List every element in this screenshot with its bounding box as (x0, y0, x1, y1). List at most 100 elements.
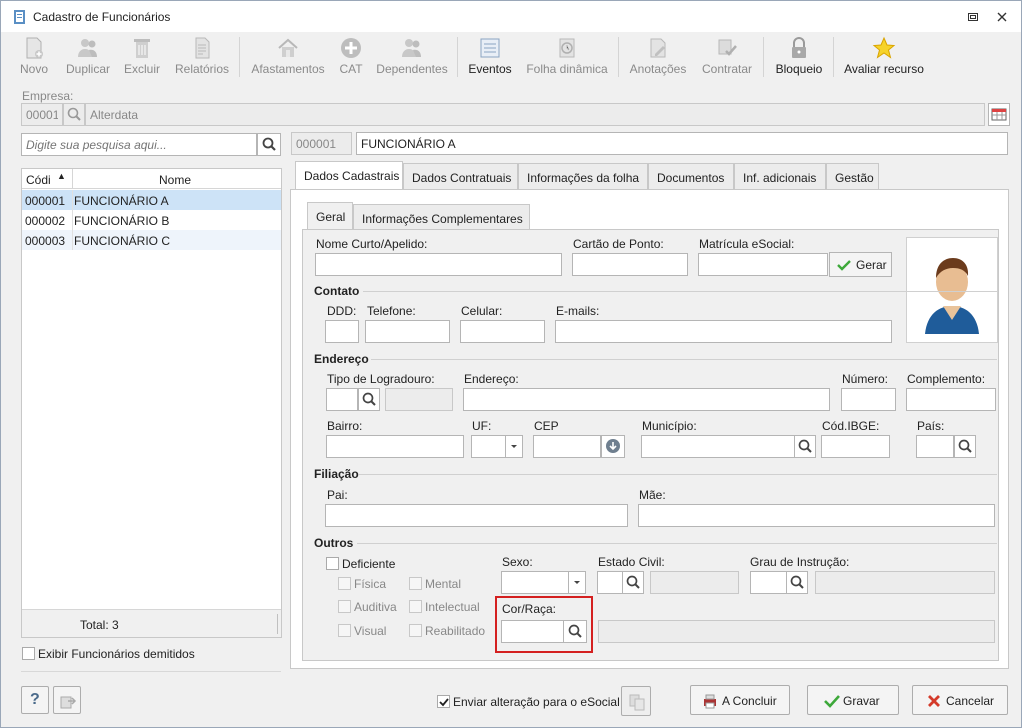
section-endereco: Endereço (314, 352, 369, 366)
tab-dados-cadastrais[interactable]: Dados Cadastrais (295, 161, 403, 189)
uf-dropdown-button[interactable] (505, 435, 523, 458)
eventos-button[interactable]: Eventos (465, 32, 515, 96)
grau-instrucao-search-button[interactable] (786, 571, 808, 594)
folha-dinamica-button[interactable]: Folha dinâmica (521, 32, 613, 96)
search-icon (798, 439, 812, 453)
enviar-esocial-checkbox[interactable] (437, 695, 450, 708)
endereco-field[interactable] (463, 388, 830, 411)
intelectual-checkbox[interactable] (409, 600, 422, 613)
export-icon (60, 696, 77, 709)
deficiente-checkbox[interactable] (326, 557, 339, 570)
tipo-logradouro-field[interactable] (326, 388, 358, 411)
mae-field[interactable] (638, 504, 995, 527)
estado-civil-field[interactable] (597, 571, 623, 594)
anotacoes-button[interactable]: Anotações (625, 32, 691, 96)
table-row[interactable]: 000003 FUNCIONÁRIO C (22, 230, 281, 250)
table-row[interactable]: 000002 FUNCIONÁRIO B (22, 210, 281, 230)
empresa-search-button[interactable] (63, 103, 85, 126)
col-name-header[interactable]: Nome (159, 173, 191, 187)
auditiva-checkbox[interactable] (338, 600, 351, 613)
celular-field[interactable] (460, 320, 545, 343)
employee-code-field[interactable] (291, 132, 352, 155)
contratar-button[interactable]: Contratar (697, 32, 757, 96)
restore-icon[interactable] (967, 11, 979, 23)
show-dismissed-checkbox[interactable] (22, 647, 35, 660)
cep-field[interactable] (533, 435, 601, 458)
empresa-label: Empresa: (22, 89, 74, 103)
tab-gestao[interactable]: Gestão (826, 163, 879, 189)
search-button[interactable] (257, 133, 281, 156)
export-button[interactable] (53, 686, 81, 714)
municipio-field[interactable] (641, 435, 795, 458)
novo-button[interactable]: Novo (13, 32, 55, 96)
cor-raca-field[interactable] (501, 620, 564, 643)
grau-instrucao-field[interactable] (750, 571, 787, 594)
check-icon (837, 260, 851, 271)
cancelar-button[interactable]: Cancelar (912, 685, 1008, 715)
numero-field[interactable] (841, 388, 896, 411)
cor-raca-search-button[interactable] (563, 620, 587, 643)
fisica-checkbox[interactable] (338, 577, 351, 590)
avatar[interactable] (906, 237, 998, 343)
close-icon[interactable] (996, 11, 1008, 23)
search-input[interactable] (21, 133, 257, 156)
cod-ibge-field[interactable] (821, 435, 890, 458)
tab-inf-adicionais[interactable]: Inf. adicionais (734, 163, 826, 189)
reabilitado-checkbox[interactable] (409, 624, 422, 637)
estado-civil-search-button[interactable] (622, 571, 644, 594)
tipo-logradouro-desc-field[interactable] (385, 388, 453, 411)
tab-informacoes-folha[interactable]: Informações da folha (518, 163, 648, 189)
estado-civil-desc-field[interactable] (650, 571, 739, 594)
tab-documentos[interactable]: Documentos (648, 163, 734, 189)
pai-field[interactable] (325, 504, 628, 527)
afastamentos-button[interactable]: Afastamentos (247, 32, 329, 96)
empresa-code-field[interactable] (21, 103, 63, 126)
mental-checkbox[interactable] (409, 577, 422, 590)
concluir-button[interactable]: A Concluir (690, 685, 790, 715)
sexo-select[interactable] (501, 571, 569, 594)
calendar-button[interactable] (988, 103, 1010, 126)
section-contato: Contato (314, 284, 360, 298)
cep-lookup-button[interactable] (601, 435, 625, 458)
nome-curto-field[interactable] (315, 253, 562, 276)
table-row[interactable]: 000001 FUNCIONÁRIO A (22, 190, 281, 210)
search-icon (790, 575, 804, 589)
cat-button[interactable]: CAT (335, 32, 367, 96)
subtab-geral[interactable]: Geral (307, 202, 353, 230)
duplicar-button[interactable]: Duplicar (61, 32, 115, 96)
close-icon (928, 695, 940, 707)
grau-instrucao-desc-field[interactable] (815, 571, 995, 594)
matricula-esocial-field[interactable] (698, 253, 828, 276)
show-dismissed-label: Exibir Funcionários demitidos (38, 647, 195, 661)
dependentes-button[interactable]: Dependentes (373, 32, 451, 96)
telefone-field[interactable] (365, 320, 450, 343)
uf-select[interactable] (471, 435, 506, 458)
tab-dados-contratuais[interactable]: Dados Contratuais (403, 163, 518, 189)
bloqueio-button[interactable]: Bloqueio (771, 32, 827, 96)
visual-checkbox[interactable] (338, 624, 351, 637)
sexo-dropdown-button[interactable] (568, 571, 586, 594)
emails-field[interactable] (555, 320, 892, 343)
subtab-informacoes-complementares[interactable]: Informações Complementares (353, 204, 530, 230)
ddd-field[interactable] (325, 320, 359, 343)
empresa-name-field[interactable] (85, 103, 985, 126)
pais-field[interactable] (916, 435, 954, 458)
bairro-field[interactable] (326, 435, 464, 458)
printer-icon (704, 694, 716, 709)
gerar-button[interactable]: Gerar (829, 252, 892, 277)
complemento-field[interactable] (906, 388, 996, 411)
col-code-header[interactable]: Códi (26, 173, 51, 187)
toolbar: Novo Duplicar Excluir Relatórios Afastam… (1, 32, 1021, 80)
cartao-ponto-field[interactable] (572, 253, 688, 276)
help-button[interactable]: ? (21, 686, 49, 714)
esocial-button[interactable] (621, 686, 651, 716)
excluir-button[interactable]: Excluir (121, 32, 163, 96)
employee-name-field[interactable] (356, 132, 1008, 155)
gravar-button[interactable]: Gravar (807, 685, 899, 715)
municipio-search-button[interactable] (794, 435, 816, 458)
cor-raca-desc-field[interactable] (598, 620, 995, 643)
avaliar-recurso-button[interactable]: Avaliar recurso (841, 32, 927, 96)
pais-search-button[interactable] (954, 435, 976, 458)
tipo-logradouro-search-button[interactable] (358, 388, 380, 411)
relatorios-button[interactable]: Relatórios (171, 32, 233, 96)
